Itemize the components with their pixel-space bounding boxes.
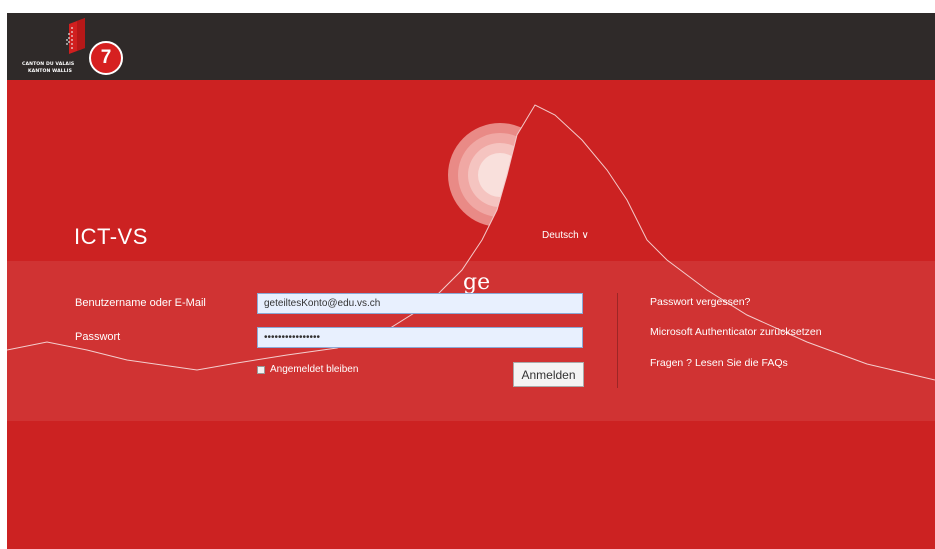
login-page: CANTON DU VALAIS KANTON WALLIS 7 ICT-VS … — [7, 13, 935, 549]
remember-me-label: Angemeldet bleiben — [270, 364, 359, 375]
language-selector[interactable]: Deutsch ∨ — [542, 230, 589, 241]
password-input[interactable] — [257, 327, 583, 348]
login-button[interactable]: Anmelden — [513, 362, 584, 387]
faq-link[interactable]: Fragen ? Lesen Sie die FAQs — [650, 357, 788, 369]
reset-authenticator-link[interactable]: Microsoft Authenticator zurücksetzen — [650, 326, 822, 338]
overlay-text: ge — [463, 270, 491, 295]
logo-text-line1: CANTON DU VALAIS — [22, 62, 75, 67]
forgot-password-link[interactable]: Passwort vergessen? — [650, 296, 750, 308]
vertical-divider — [617, 293, 618, 388]
canton-logo: CANTON DU VALAIS KANTON WALLIS — [17, 18, 97, 78]
password-label: Passwort — [75, 331, 121, 343]
remember-me-checkbox[interactable] — [257, 366, 265, 374]
top-bar: CANTON DU VALAIS KANTON WALLIS 7 — [7, 13, 935, 80]
username-input[interactable] — [257, 293, 583, 314]
canton-emblem-icon — [66, 18, 85, 54]
username-label: Benutzername oder E-Mail — [75, 297, 206, 309]
step-number-badge: 7 — [89, 41, 123, 75]
site-title: ICT-VS — [74, 224, 148, 249]
logo-text-line2: KANTON WALLIS — [28, 69, 73, 74]
